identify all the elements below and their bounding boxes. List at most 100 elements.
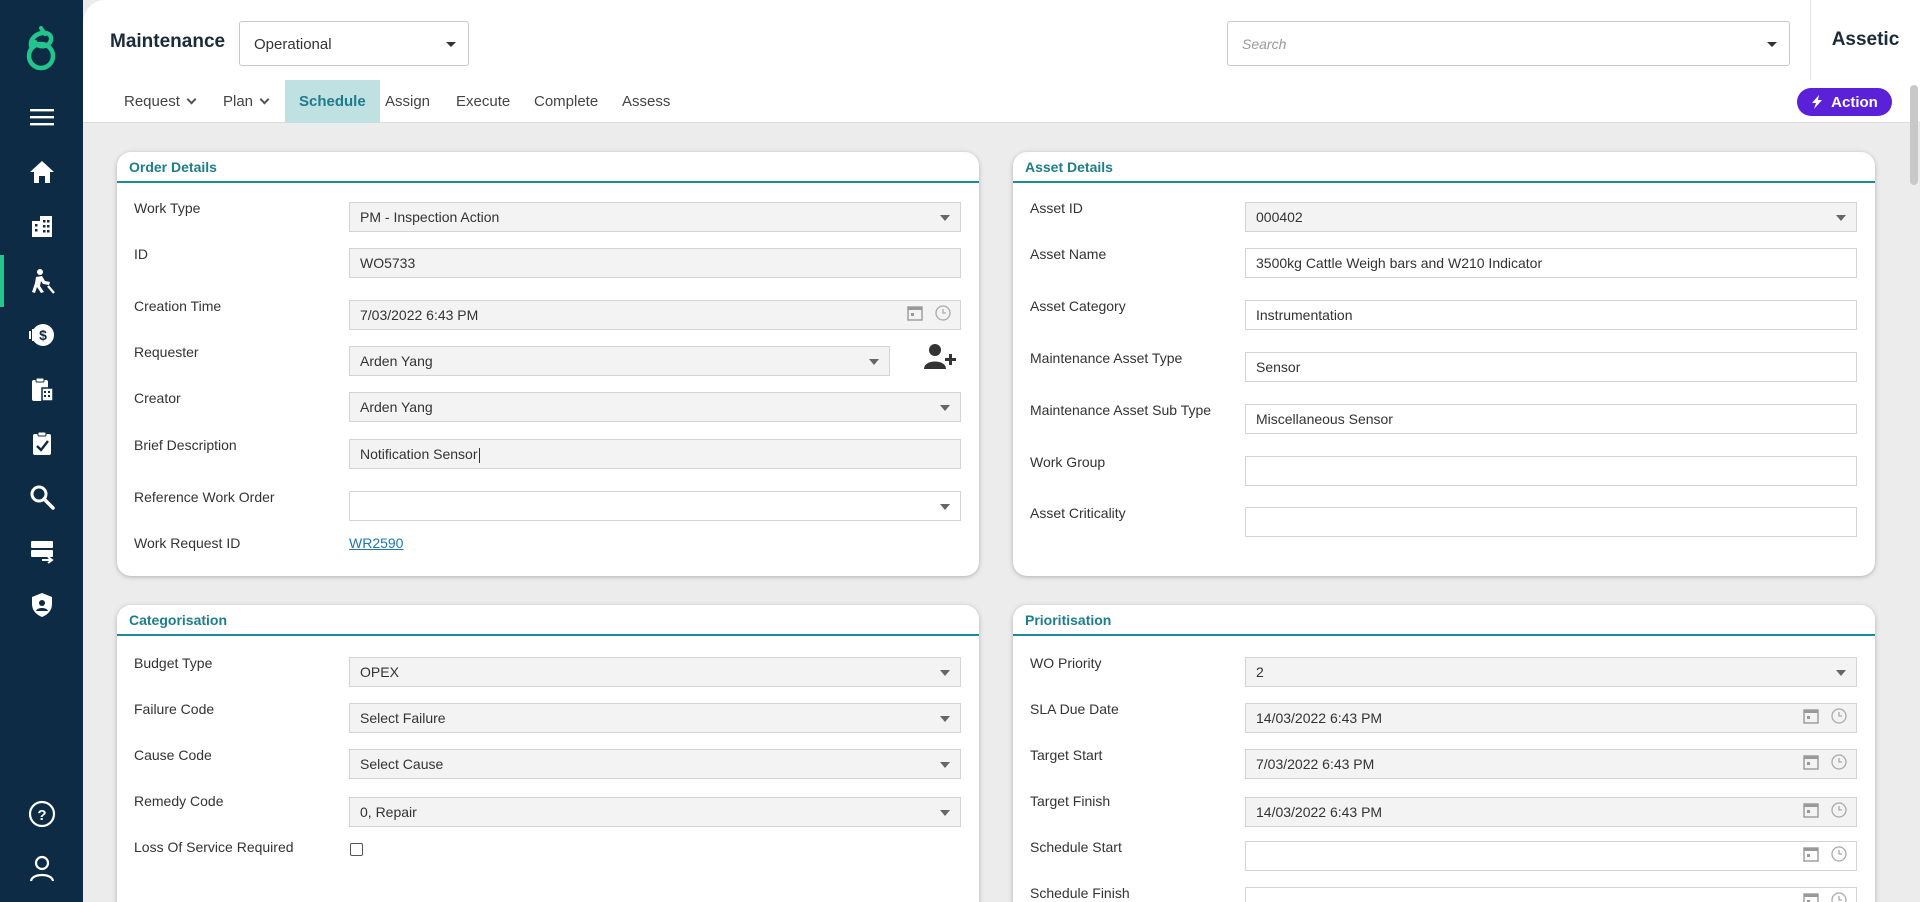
creator-row: Creator Arden Yang xyxy=(117,390,979,428)
field-value: 3500kg Cattle Weigh bars and W210 Indica… xyxy=(1256,255,1543,271)
search-icon[interactable] xyxy=(0,477,83,517)
creator-select[interactable]: Arden Yang xyxy=(349,392,961,422)
add-user-icon[interactable] xyxy=(923,342,957,372)
page-scrollbar[interactable] xyxy=(1910,85,1918,185)
target-start-field[interactable]: 7/03/2022 6:43 PM xyxy=(1245,749,1857,779)
menu-icon[interactable] xyxy=(0,97,83,137)
field-value: 14/03/2022 6:43 PM xyxy=(1256,804,1383,820)
caret-down-icon xyxy=(1836,215,1846,221)
clock-icon[interactable] xyxy=(1830,890,1852,902)
field-label: WO Priority xyxy=(1030,655,1102,671)
field-value: WO5733 xyxy=(360,255,416,271)
page-title: Maintenance xyxy=(110,31,226,52)
brief-description-row: Brief Description Notification Sensor xyxy=(117,437,979,475)
asset-criticality-field xyxy=(1245,507,1857,537)
field-label: Target Finish xyxy=(1030,793,1111,809)
calendar-icon[interactable] xyxy=(1802,800,1824,822)
clock-icon[interactable] xyxy=(1830,706,1852,728)
svg-text:?: ? xyxy=(37,807,46,824)
target-finish-row: Target Finish 14/03/2022 6:43 PM xyxy=(1013,793,1875,831)
calendar-icon[interactable] xyxy=(1802,844,1824,866)
help-icon[interactable]: ? xyxy=(0,794,83,834)
home-icon[interactable] xyxy=(0,152,83,192)
caret-down-icon xyxy=(940,215,950,221)
cause-code-select[interactable]: Select Cause xyxy=(349,749,961,779)
calendar-icon[interactable] xyxy=(1802,890,1824,902)
svg-text:$: $ xyxy=(39,327,47,343)
action-button[interactable]: Action xyxy=(1797,88,1892,116)
tab-complete[interactable]: Complete xyxy=(520,80,612,123)
field-label: Cause Code xyxy=(134,747,212,763)
tab-plan[interactable]: Plan xyxy=(209,80,282,123)
clock-icon[interactable] xyxy=(1830,752,1852,774)
sla-due-date-field[interactable]: 14/03/2022 6:43 PM xyxy=(1245,703,1857,733)
panel-title: Prioritisation xyxy=(1013,605,1875,636)
work-type-select[interactable]: PM - Inspection Action xyxy=(349,202,961,232)
order-details-panel: Order Details Work Type PM - Inspection … xyxy=(117,152,979,576)
asset-id-select[interactable]: 000402 xyxy=(1245,202,1857,232)
field-label: SLA Due Date xyxy=(1030,701,1119,717)
tab-schedule[interactable]: Schedule xyxy=(285,80,380,123)
failure-code-select[interactable]: Select Failure xyxy=(349,703,961,733)
calendar-icon[interactable] xyxy=(906,303,928,325)
field-value: Instrumentation xyxy=(1256,307,1353,323)
field-label: Reference Work Order xyxy=(134,489,275,505)
asset-category-row: Asset Category Instrumentation xyxy=(1013,298,1875,336)
field-label: Maintenance Asset Type xyxy=(1030,350,1183,366)
requester-row: Requester Arden Yang xyxy=(117,344,979,382)
field-value: 000402 xyxy=(1256,209,1303,225)
work-request-link[interactable]: WR2590 xyxy=(349,535,403,551)
server-icon[interactable] xyxy=(0,531,83,571)
field-value: 7/03/2022 6:43 PM xyxy=(1256,756,1375,772)
asset-name-row: Asset Name 3500kg Cattle Weigh bars and … xyxy=(1013,246,1875,284)
tab-execute[interactable]: Execute xyxy=(442,80,524,123)
panel-title: Order Details xyxy=(117,152,979,183)
loss-of-service-checkbox[interactable] xyxy=(350,843,363,856)
maintenance-worker-icon[interactable] xyxy=(0,255,83,307)
budget-type-select[interactable]: OPEX xyxy=(349,657,961,687)
caret-down-icon xyxy=(940,762,950,768)
budget-type-row: Budget Type OPEX xyxy=(117,655,979,693)
calendar-icon[interactable] xyxy=(1802,752,1824,774)
field-label: ID xyxy=(134,246,148,262)
user-icon[interactable] xyxy=(0,848,83,888)
field-label: Remedy Code xyxy=(134,793,224,809)
categorisation-panel: Categorisation Budget Type OPEX Failure … xyxy=(117,605,979,902)
maintenance-asset-sub-type-row: Maintenance Asset Sub Type Miscellaneous… xyxy=(1013,402,1875,440)
tab-label: Schedule xyxy=(299,93,366,110)
clock-icon[interactable] xyxy=(934,303,956,325)
task-icon[interactable] xyxy=(0,423,83,463)
cause-code-row: Cause Code Select Cause xyxy=(117,747,979,785)
assetic-logo-icon[interactable] xyxy=(21,24,61,74)
schedule-finish-field[interactable] xyxy=(1245,887,1857,902)
target-finish-field[interactable]: 14/03/2022 6:43 PM xyxy=(1245,797,1857,827)
tab-request[interactable]: Request xyxy=(110,80,209,123)
field-label: Brief Description xyxy=(134,437,237,453)
schedule-start-field[interactable] xyxy=(1245,841,1857,871)
tab-assign[interactable]: Assign xyxy=(371,80,444,123)
clock-icon[interactable] xyxy=(1830,800,1852,822)
tab-assess[interactable]: Assess xyxy=(608,80,684,123)
loss-of-service-row: Loss Of Service Required xyxy=(117,839,979,877)
remedy-code-row: Remedy Code 0, Repair xyxy=(117,793,979,831)
shield-icon[interactable] xyxy=(0,585,83,625)
caret-down-icon xyxy=(940,670,950,676)
caret-down-icon xyxy=(1836,670,1846,676)
wo-priority-select[interactable]: 2 xyxy=(1245,657,1857,687)
building-icon[interactable] xyxy=(0,206,83,246)
reference-work-order-select[interactable] xyxy=(349,491,961,521)
mode-select[interactable]: Operational xyxy=(239,21,469,66)
brief-description-input[interactable]: Notification Sensor xyxy=(349,439,961,469)
search-input[interactable]: Search xyxy=(1227,21,1790,66)
caret-down-icon xyxy=(446,41,456,47)
asset-category-field: Instrumentation xyxy=(1245,300,1857,330)
clipboard-icon[interactable] xyxy=(0,369,83,409)
calendar-icon[interactable] xyxy=(1802,706,1824,728)
field-label: Creation Time xyxy=(134,298,222,314)
clock-icon[interactable] xyxy=(1830,844,1852,866)
work-group-field xyxy=(1245,456,1857,486)
field-value: 7/03/2022 6:43 PM xyxy=(360,307,479,323)
remedy-code-select[interactable]: 0, Repair xyxy=(349,797,961,827)
finance-icon[interactable]: $ xyxy=(0,315,83,355)
requester-select[interactable]: Arden Yang xyxy=(349,346,890,376)
